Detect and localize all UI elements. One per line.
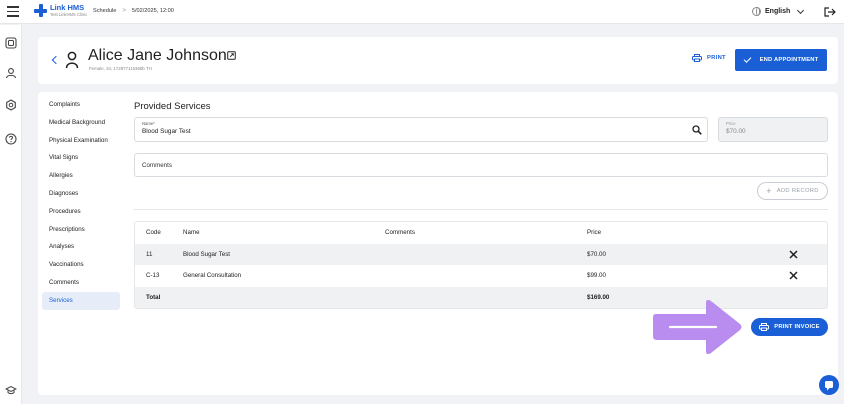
printer-icon <box>692 54 702 62</box>
app-name: Link HMS <box>50 3 85 13</box>
person-icon <box>65 51 79 69</box>
table-header: Code Name Comments Price <box>135 222 827 244</box>
comments-field[interactable]: Comments <box>134 153 828 177</box>
nav-item-prescriptions[interactable]: Prescriptions <box>42 221 120 239</box>
row-price: $99.00 <box>587 272 606 280</box>
chat-button[interactable] <box>819 375 839 395</box>
print-invoice-label: PRINT INVOICE <box>774 324 820 330</box>
nav-item-physical-examination[interactable]: Physical Examination <box>42 132 120 150</box>
print-button[interactable]: PRINT <box>692 54 726 62</box>
nav-item-diagnoses[interactable]: Diagnoses <box>42 185 120 203</box>
divider <box>134 209 828 210</box>
patient-details: Female, 34, 172977115368b TH <box>89 66 152 71</box>
table-row[interactable]: C-13 General Consultation $99.00 <box>135 265 827 287</box>
logo-cross-icon <box>34 4 47 17</box>
row-name: Blood Sugar Test <box>183 250 231 258</box>
left-rail <box>0 25 22 404</box>
service-name-field[interactable]: Name* <box>134 117 708 142</box>
row-name: General Consultation <box>183 272 242 280</box>
nav-item-vital-signs[interactable]: Vital Signs <box>42 149 120 167</box>
nav-item-vaccinations[interactable]: Vaccinations <box>42 256 120 274</box>
comments-placeholder: Comments <box>142 162 172 169</box>
table-row[interactable]: 11 Blood Sugar Test $70.00 <box>135 243 827 265</box>
nav-item-medical-background[interactable]: Medical Background <box>42 114 120 132</box>
breadcrumb-datetime: 5/02/2025, 12:00 <box>131 8 174 14</box>
end-appointment-label: END APPOINTMENT <box>759 57 819 63</box>
nav-item-comments[interactable]: Comments <box>42 274 120 292</box>
price-field: Price $70.00 <box>718 117 828 142</box>
language-selector[interactable]: English <box>752 6 805 16</box>
breadcrumb-separator: > <box>122 8 126 14</box>
logout-icon[interactable] <box>824 7 836 17</box>
calendar-icon[interactable] <box>5 37 17 49</box>
back-icon[interactable] <box>51 55 61 65</box>
menu-icon[interactable] <box>7 6 19 17</box>
print-label: PRINT <box>707 55 726 61</box>
header-name: Name <box>183 229 200 237</box>
end-appointment-button[interactable]: END APPOINTMENT <box>735 49 827 71</box>
service-name-input[interactable] <box>142 128 662 135</box>
chevron-down-icon <box>797 6 805 14</box>
service-name-label: Name* <box>142 121 155 126</box>
patient-name: Alice Jane Johnson <box>88 47 227 64</box>
breadcrumb-schedule[interactable]: Schedule <box>93 8 116 14</box>
plus-icon: + <box>766 186 772 196</box>
highlight-arrow <box>653 299 742 355</box>
breadcrumb: Schedule > 5/02/2025, 12:00 <box>93 8 174 14</box>
price-value: $70.00 <box>726 128 746 135</box>
graduation-icon[interactable] <box>5 384 17 396</box>
external-link-icon[interactable] <box>227 51 236 60</box>
printer-icon <box>759 323 770 331</box>
print-invoice-button[interactable]: PRINT INVOICE <box>751 318 828 336</box>
header-comments: Comments <box>385 229 415 237</box>
globe-icon <box>752 7 761 16</box>
close-icon[interactable] <box>789 250 798 259</box>
section-title: Provided Services <box>134 101 211 112</box>
app-logo[interactable]: Link HMS Test LinkHMS Clinic <box>34 4 87 17</box>
price-label: Price <box>726 121 736 126</box>
total-value: $169.00 <box>587 293 610 301</box>
check-icon <box>743 55 751 63</box>
header-code: Code <box>146 229 161 237</box>
row-code: C-13 <box>146 272 160 280</box>
total-label: Total <box>146 293 161 301</box>
language-label: English <box>765 8 791 15</box>
add-record-label: ADD RECORD <box>776 188 819 194</box>
user-icon[interactable] <box>5 67 17 79</box>
nav-item-complaints[interactable]: Complaints <box>42 96 120 114</box>
nav-item-services[interactable]: Services <box>42 291 120 310</box>
nav-item-procedures[interactable]: Procedures <box>42 203 120 221</box>
help-icon[interactable] <box>5 133 17 145</box>
patient-header: Alice Jane Johnson Female, 34, 172977115… <box>38 37 838 84</box>
section-nav: Complaints Medical Background Physical E… <box>42 96 120 310</box>
close-icon[interactable] <box>789 271 798 280</box>
top-bar: Link HMS Test LinkHMS Clinic Schedule > … <box>0 0 844 24</box>
app-subtitle: Test LinkHMS Clinic <box>50 11 88 17</box>
settings-icon[interactable] <box>5 99 17 111</box>
chat-icon <box>825 381 833 391</box>
nav-item-analyses[interactable]: Analyses <box>42 238 120 256</box>
header-price: Price <box>587 229 602 237</box>
row-code: 11 <box>146 250 153 258</box>
nav-item-allergies[interactable]: Allergies <box>42 167 120 185</box>
search-icon[interactable] <box>692 125 702 135</box>
row-price: $70.00 <box>587 250 606 258</box>
add-record-button[interactable]: + ADD RECORD <box>757 182 828 200</box>
